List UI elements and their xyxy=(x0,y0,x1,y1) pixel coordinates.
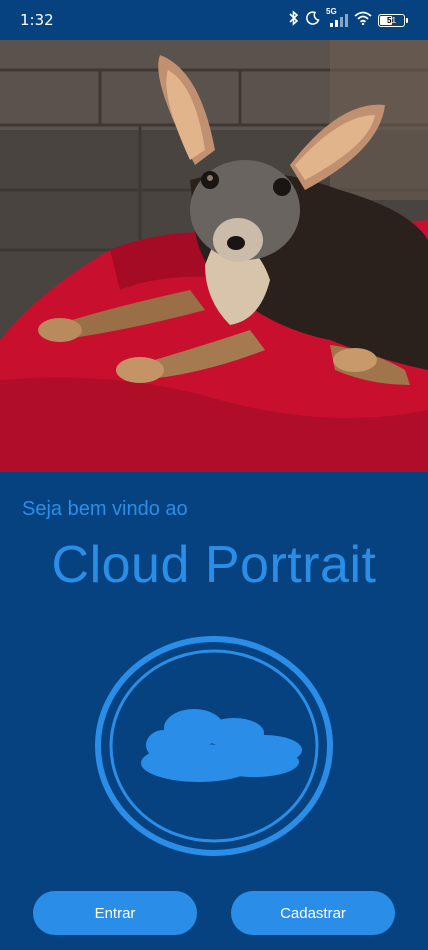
cloud-icon xyxy=(95,636,333,856)
login-button[interactable]: Entrar xyxy=(33,891,197,935)
status-icons: 5G 51 xyxy=(288,7,408,31)
signal-icon: 5G xyxy=(326,7,348,27)
status-bar: 1:32 5G 51 xyxy=(0,0,428,40)
status-time: 1:32 xyxy=(20,11,54,29)
app-logo xyxy=(94,635,334,857)
hero-photo xyxy=(0,40,428,472)
battery-body: 51 xyxy=(378,13,405,27)
bluetooth-icon xyxy=(288,9,300,31)
welcome-subtitle: Seja bem vindo ao xyxy=(22,498,188,520)
signup-button[interactable]: Cadastrar xyxy=(231,891,395,935)
app-title: Cloud Portrait xyxy=(51,536,377,594)
battery-icon: 51 xyxy=(378,13,408,27)
wifi-icon xyxy=(354,11,372,30)
network-label: 5G xyxy=(326,7,337,16)
moon-icon xyxy=(306,10,320,30)
battery-level: 51 xyxy=(387,15,396,25)
